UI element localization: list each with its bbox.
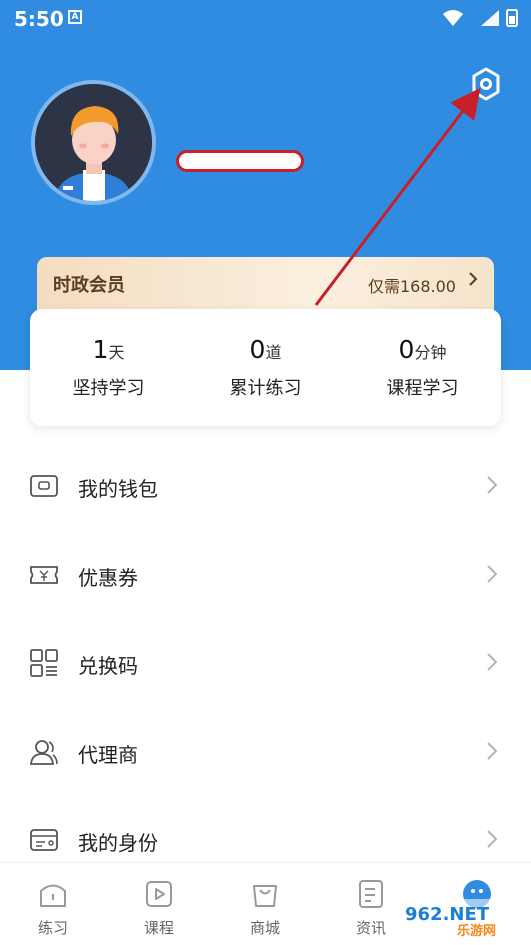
- stat-unit: 道: [265, 343, 282, 362]
- menu-label: 我的身份: [78, 831, 158, 855]
- stat-practice-count: 0道 累计练习: [187, 309, 344, 400]
- stats-card: 1天 坚持学习 0道 累计练习 0分钟 课程学习: [30, 309, 501, 426]
- tab-course[interactable]: 课程: [106, 863, 212, 945]
- chevron-right-icon: [487, 741, 498, 760]
- notification-icon: A: [68, 10, 82, 24]
- avatar[interactable]: [31, 80, 156, 205]
- stat-value: 0: [398, 335, 415, 364]
- watermark-subtext: 乐游网: [457, 923, 496, 939]
- chevron-right-icon: [487, 476, 498, 494]
- status-icons: [443, 9, 518, 27]
- news-icon: [359, 880, 383, 908]
- chevron-right-icon: [487, 830, 498, 848]
- stat-study-days: 1天 坚持学习: [30, 309, 187, 400]
- menu-label: 兑换码: [78, 654, 138, 678]
- watermark-logo: 962.NET 乐游网: [397, 899, 524, 939]
- avatar-illustration: [35, 84, 152, 201]
- tab-label: 商城: [249, 919, 280, 937]
- coupon-icon: [30, 565, 58, 584]
- member-title: 时政会员: [53, 275, 125, 296]
- chevron-right-icon: [487, 653, 498, 671]
- stat-label: 课程学习: [386, 378, 459, 399]
- menu-label: 我的钱包: [78, 477, 158, 501]
- tab-practice[interactable]: 练习: [0, 863, 106, 945]
- menu-item-wallet[interactable]: 我的钱包: [0, 443, 531, 532]
- practice-icon: [40, 884, 66, 907]
- watermark-text: 962.NET: [405, 904, 490, 925]
- id-card-icon: [30, 829, 58, 851]
- tab-shop[interactable]: 商城: [212, 863, 318, 945]
- qr-code-icon: [30, 649, 58, 677]
- stat-unit: 天: [108, 343, 125, 362]
- status-bar: 5:50 A: [0, 0, 531, 36]
- stat-unit: 分钟: [414, 343, 447, 362]
- chevron-right-icon: [469, 272, 478, 286]
- shop-icon: [253, 885, 277, 907]
- chevron-right-icon: [487, 564, 498, 583]
- menu-item-agent[interactable]: 代理商: [0, 709, 531, 798]
- menu-label: 优惠券: [78, 565, 138, 590]
- stat-label: 坚持学习: [72, 378, 145, 399]
- username-redaction: [176, 150, 304, 172]
- menu-label: 代理商: [78, 742, 138, 767]
- course-icon: [146, 881, 172, 907]
- agent-icon: [30, 739, 58, 765]
- tab-label: 练习: [37, 919, 68, 937]
- menu-item-coupon[interactable]: 优惠券: [0, 532, 531, 621]
- settings-icon[interactable]: [469, 66, 503, 102]
- member-price: 仅需168.00: [368, 277, 456, 296]
- menu-item-redeem-code[interactable]: 兑换码: [0, 620, 531, 709]
- stat-label: 累计练习: [229, 378, 302, 399]
- profile-menu: 我的钱包 优惠券 兑换码 代理商 我的身份: [0, 443, 531, 886]
- status-time: 5:50: [14, 7, 64, 31]
- stat-value: 1: [92, 335, 109, 364]
- wallet-icon: [30, 475, 58, 497]
- stat-value: 0: [249, 335, 266, 364]
- tab-label: 课程: [143, 919, 174, 937]
- stat-course-minutes: 0分钟 课程学习: [344, 309, 501, 400]
